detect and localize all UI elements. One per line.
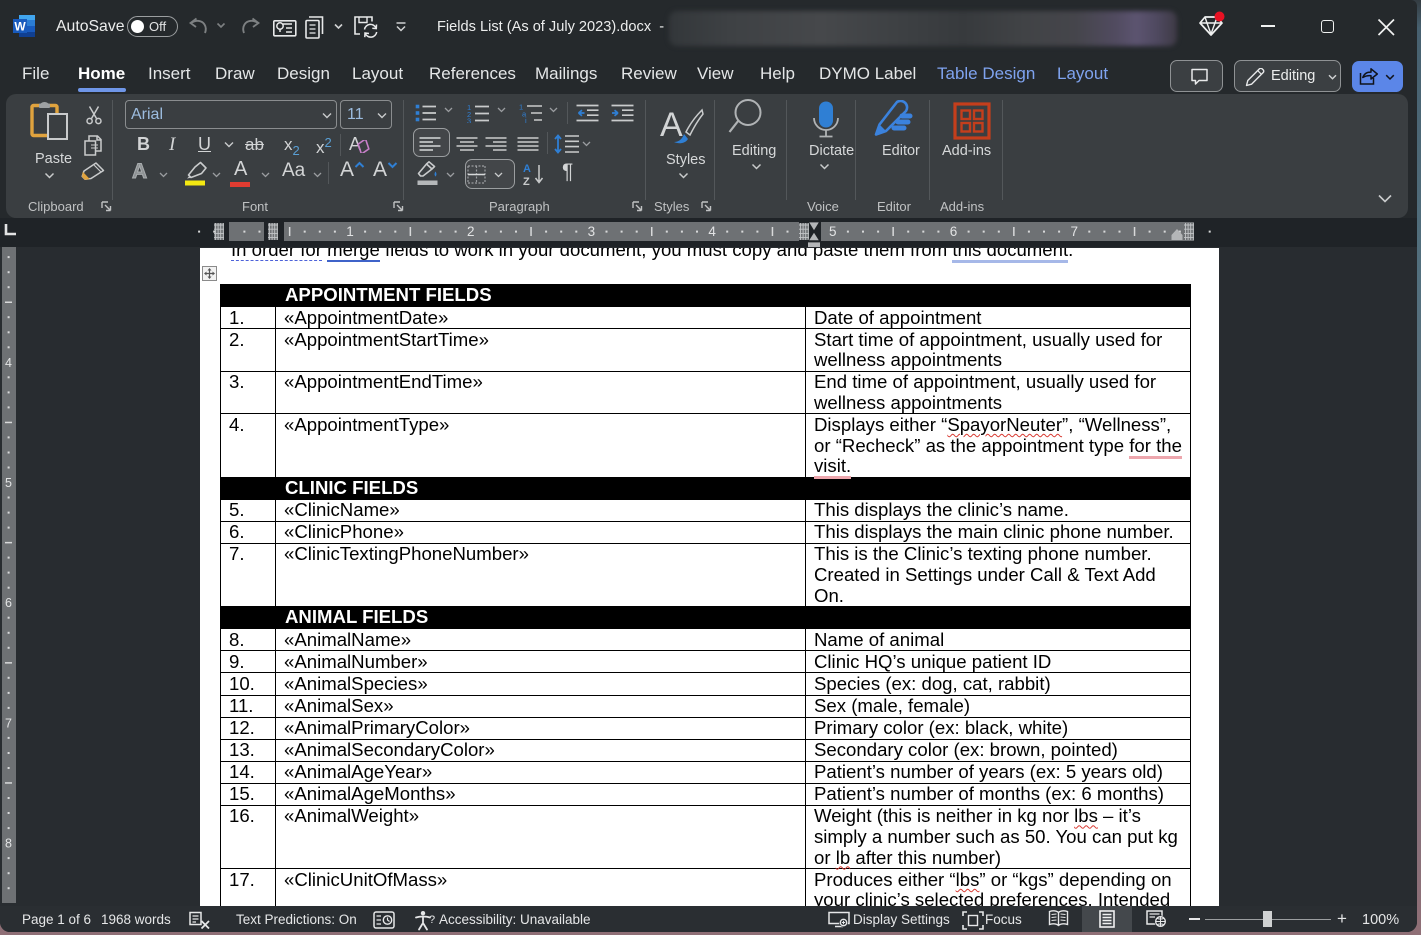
svg-text:4: 4 bbox=[5, 356, 12, 370]
svg-text:?: ? bbox=[429, 914, 435, 926]
svg-text:i: i bbox=[525, 116, 527, 123]
svg-text:8: 8 bbox=[5, 837, 12, 851]
svg-text:3: 3 bbox=[467, 117, 471, 124]
svg-text:4: 4 bbox=[708, 224, 716, 239]
svg-text:7: 7 bbox=[1070, 224, 1078, 239]
svg-text:6: 6 bbox=[950, 224, 958, 239]
svg-text:6: 6 bbox=[5, 596, 12, 610]
svg-text:5: 5 bbox=[829, 224, 837, 239]
svg-text:A: A bbox=[523, 163, 531, 175]
svg-text:Z: Z bbox=[523, 176, 530, 186]
svg-text:2: 2 bbox=[467, 224, 475, 239]
svg-text:W: W bbox=[14, 20, 26, 34]
svg-text:A: A bbox=[660, 106, 683, 144]
svg-text:5: 5 bbox=[5, 476, 12, 490]
svg-text:1: 1 bbox=[346, 224, 354, 239]
svg-text:3: 3 bbox=[588, 224, 596, 239]
svg-text:7: 7 bbox=[5, 716, 12, 730]
